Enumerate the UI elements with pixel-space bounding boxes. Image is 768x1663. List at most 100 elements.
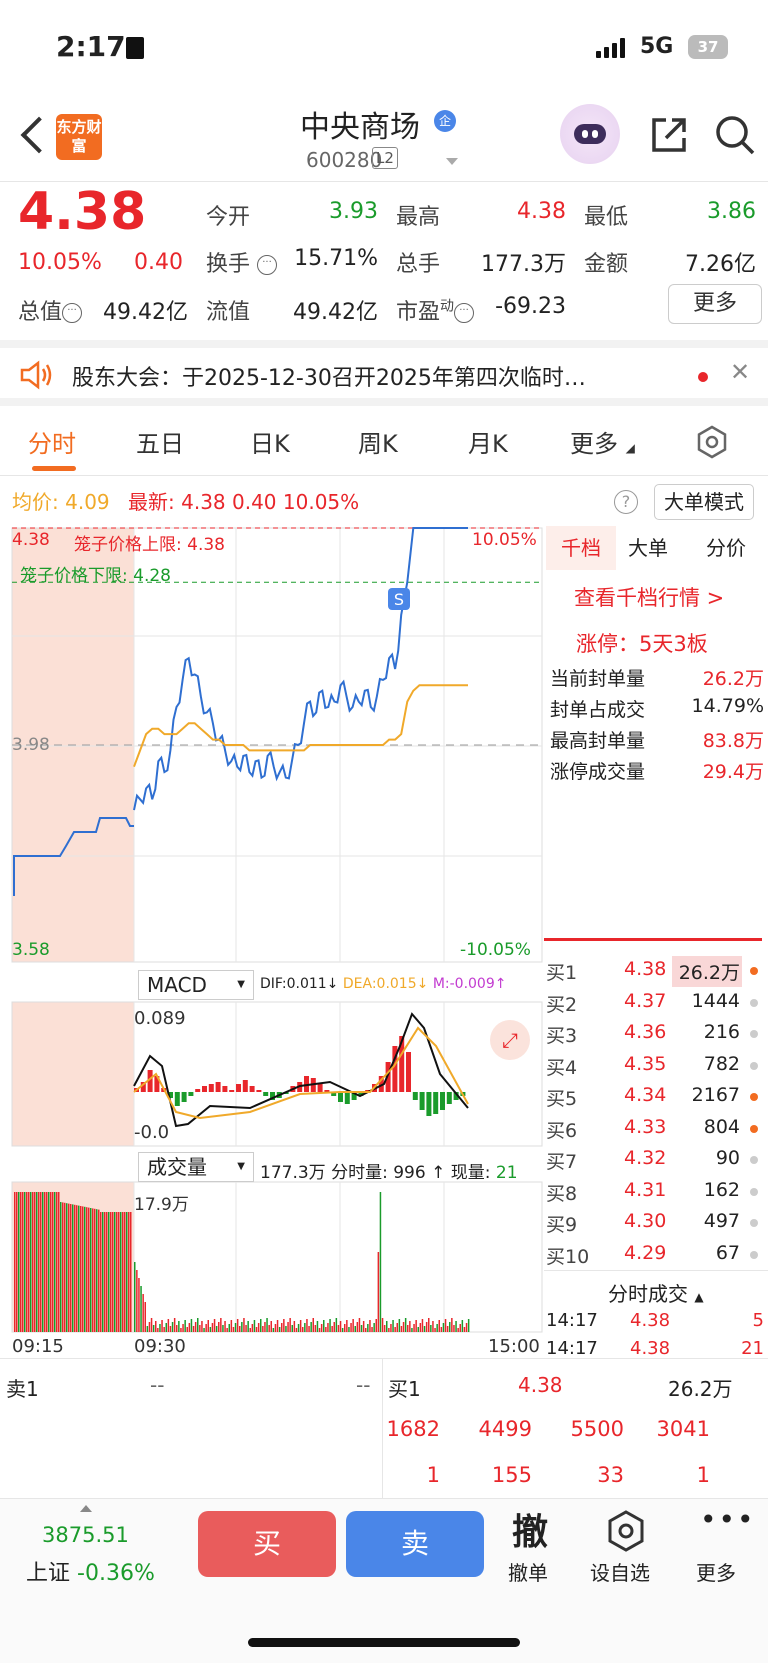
volume-bar: [48, 1192, 50, 1332]
volume-bar: [463, 1327, 466, 1332]
bid-row[interactable]: 买6 4.33 804: [544, 1114, 768, 1144]
macd-bar: [263, 1092, 269, 1096]
bid1-label: 买1: [388, 1377, 421, 1401]
bid-row[interactable]: 买7 4.32 90: [544, 1145, 768, 1175]
volume-bar: [150, 1318, 153, 1332]
volume-selector[interactable]: 成交量 ▼: [138, 1152, 254, 1182]
volume-bar: [369, 1320, 371, 1332]
macd-bar: [338, 1092, 343, 1102]
view-depth-link[interactable]: 查看千档行情 >: [574, 582, 724, 612]
volume-bar: [100, 1212, 102, 1332]
macd-bar: [433, 1092, 439, 1114]
more-quote-button[interactable]: 更多: [668, 284, 762, 324]
search-icon[interactable]: [714, 114, 756, 156]
volume-bar: [180, 1328, 182, 1332]
tab-5day[interactable]: 五日: [136, 424, 184, 459]
volume-bar: [82, 1206, 84, 1332]
volume-bar: [122, 1212, 124, 1332]
index-value[interactable]: 3875.51: [42, 1523, 129, 1547]
tab-daily[interactable]: 日K: [250, 424, 290, 459]
volume-bar: [354, 1326, 356, 1332]
volume-bar: [157, 1328, 159, 1332]
bid-volume: 216: [703, 1021, 740, 1043]
bid-row[interactable]: 买9 4.30 497: [544, 1208, 768, 1238]
cancel-icon[interactable]: 撤: [512, 1503, 548, 1555]
y-max-label: 4.38: [12, 530, 50, 550]
help-icon[interactable]: ?: [614, 490, 638, 514]
tab-price-dist[interactable]: 分价: [706, 526, 746, 570]
unread-dot: [698, 372, 708, 382]
volume-bar: [186, 1327, 188, 1332]
change-pct: 10.05%: [18, 250, 102, 275]
back-icon[interactable]: [20, 116, 58, 154]
big-order-mode-button[interactable]: 大单模式: [654, 484, 754, 520]
volume-bar: [337, 1325, 340, 1332]
buy-button[interactable]: 买: [198, 1511, 336, 1577]
volume-bar: [104, 1212, 106, 1332]
level-badge[interactable]: L2: [372, 147, 398, 169]
volume-bar: [92, 1208, 94, 1332]
bid-row[interactable]: 买5 4.34 2167: [544, 1082, 768, 1112]
volume-bar: [390, 1324, 392, 1332]
volume-bar: [341, 1328, 344, 1332]
add-watch-icon[interactable]: [604, 1509, 648, 1553]
volume-bar: [161, 1320, 163, 1332]
notice-bar[interactable]: 股东大会：于2025-12-30召开2025年第四次临时… ✕: [0, 340, 768, 406]
volume-values: 177.3万 分时量: 996 ↑ 现量: 21: [260, 1163, 518, 1183]
volume-bar: [417, 1327, 419, 1332]
volume-bar: [327, 1323, 329, 1332]
index-summary[interactable]: 上证 -0.36%: [26, 1555, 155, 1587]
volume-bar: [411, 1328, 413, 1332]
macd-bar: [249, 1086, 255, 1092]
intraday-chart[interactable]: S: [0, 526, 544, 1346]
volume-bar: [339, 1321, 342, 1332]
tab-more[interactable]: 更多 ◢: [570, 424, 635, 459]
divider: [544, 938, 762, 941]
volume-bar: [409, 1321, 411, 1332]
sell-button[interactable]: 卖: [346, 1511, 484, 1577]
share-icon[interactable]: [648, 114, 690, 156]
macd-bar: [236, 1084, 241, 1092]
volume-bar: [434, 1328, 436, 1332]
more-label[interactable]: 更多: [696, 1557, 736, 1586]
volume-bar: [220, 1318, 222, 1332]
expand-icon[interactable]: ⤢: [490, 1020, 530, 1060]
tab-big-order[interactable]: 大单: [628, 526, 668, 570]
volume-bar: [96, 1209, 98, 1332]
volume-bar: [232, 1327, 235, 1332]
add-watch-label[interactable]: 设自选: [590, 1557, 650, 1586]
volume-bar: [218, 1322, 220, 1332]
volume-bar: [56, 1192, 58, 1332]
amount-label: 金额: [584, 252, 629, 277]
volume-bar: [241, 1322, 243, 1332]
cancel-order-label[interactable]: 撤单: [508, 1557, 548, 1586]
bid-row[interactable]: 买1 4.38 26.2万: [544, 956, 768, 987]
tab-weekly[interactable]: 周K: [358, 424, 398, 459]
bid-row[interactable]: 买3 4.36 216: [544, 1019, 768, 1049]
macd-selector[interactable]: MACD ▼: [138, 970, 254, 1000]
macd-bar: [440, 1092, 445, 1110]
settings-icon[interactable]: [694, 424, 730, 460]
volume-bar: [20, 1192, 22, 1332]
more-dots-icon[interactable]: •••: [700, 1503, 756, 1536]
volume-bar: [110, 1212, 112, 1332]
bid-row[interactable]: 买8 4.31 162: [544, 1177, 768, 1207]
bid-row[interactable]: 买4 4.35 782: [544, 1051, 768, 1081]
close-icon[interactable]: ✕: [730, 358, 750, 386]
volume-bar: [352, 1319, 354, 1332]
macd-bar: [242, 1080, 248, 1092]
bid-row[interactable]: 买10 4.29 67: [544, 1240, 768, 1270]
tab-monthly[interactable]: 月K: [468, 424, 508, 459]
volume-bar: [283, 1319, 285, 1332]
bid-row[interactable]: 买2 4.37 1444: [544, 988, 768, 1018]
trades-title[interactable]: 分时成交 ▲: [608, 1278, 704, 1307]
tab-intraday[interactable]: 分时: [28, 424, 76, 459]
upper-limit-label: 笼子价格上限: 4.38: [74, 535, 225, 555]
volume-bar: [253, 1320, 256, 1332]
chevron-up-icon[interactable]: [80, 1505, 92, 1512]
tab-depth[interactable]: 千档: [546, 526, 616, 570]
volume-bar: [148, 1322, 151, 1332]
ai-assistant-icon[interactable]: [560, 104, 620, 164]
premarket-shade: [12, 1002, 134, 1146]
chevron-down-icon[interactable]: [446, 158, 458, 165]
